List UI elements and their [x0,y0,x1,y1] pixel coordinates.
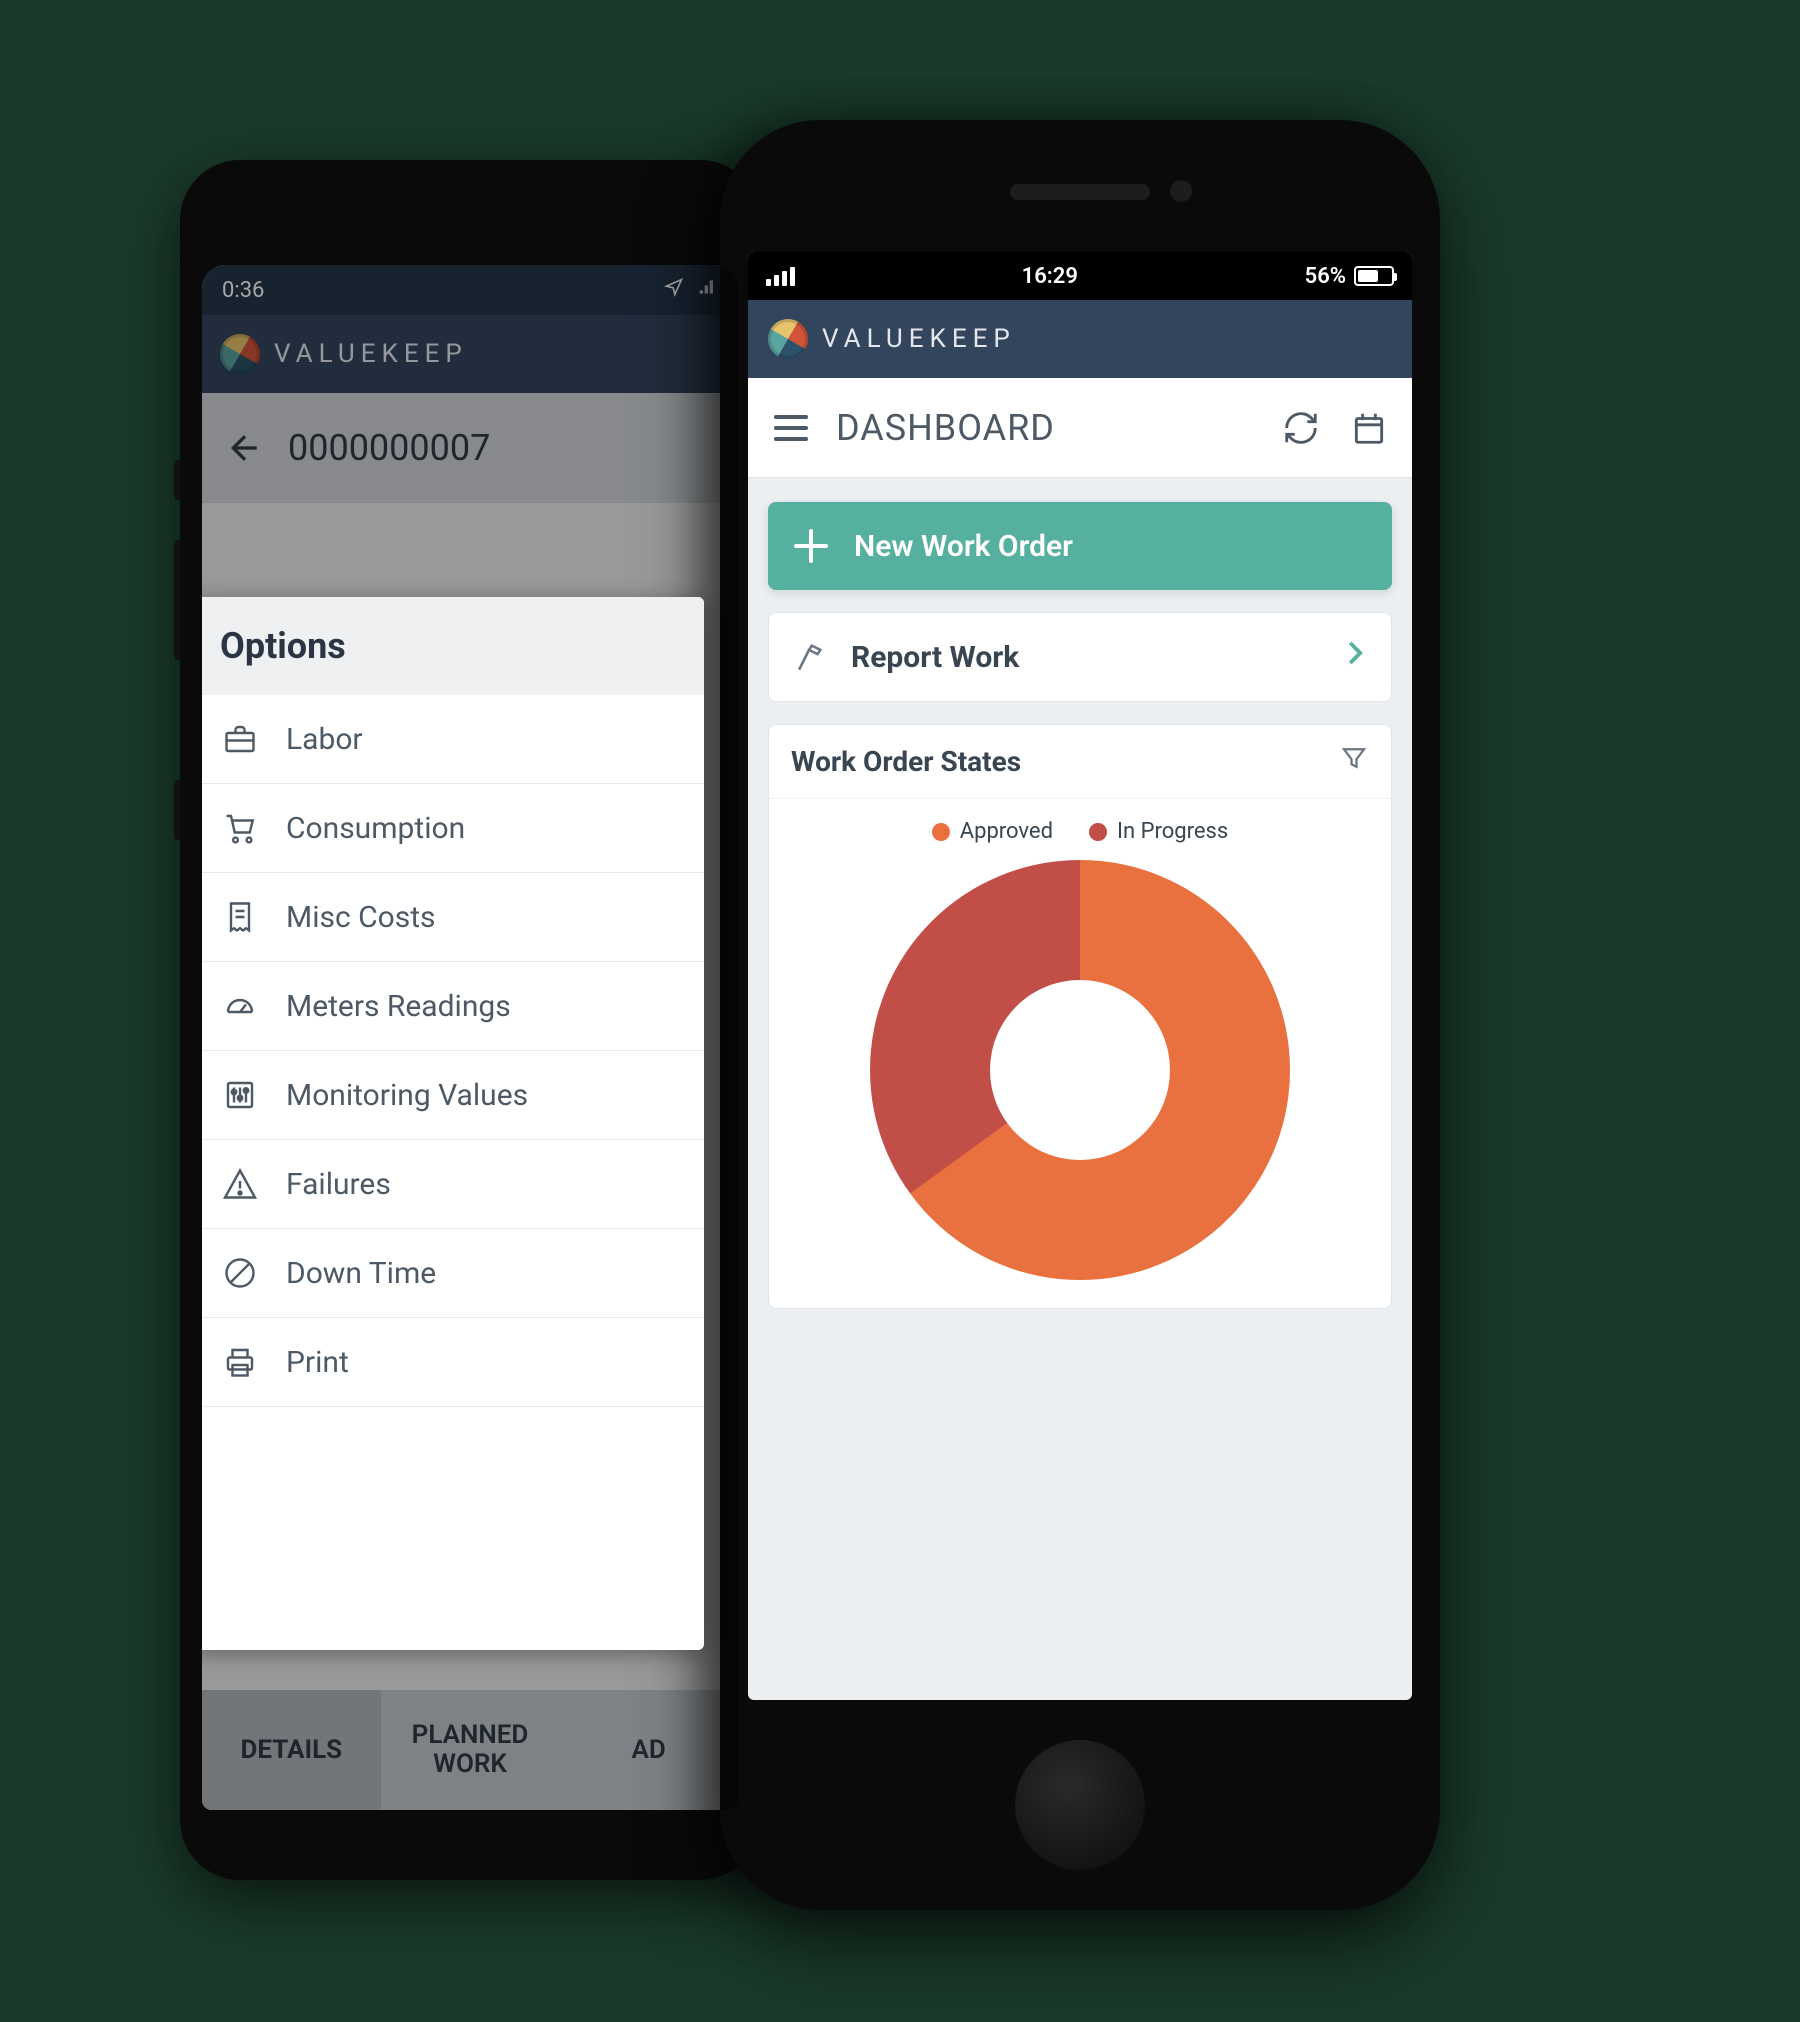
brand-name: VALUEKEEP [274,339,468,369]
options-panel: Options Labor Consumption [202,597,704,1650]
status-time: 16:29 [1022,264,1078,289]
option-label: Labor [286,722,363,757]
side-button [174,780,180,840]
hamburger-menu-icon[interactable] [768,405,814,451]
brand-logo-icon [220,334,260,374]
android-phone-mockup: 0:36 VALUEKEEP 0000000007 [180,160,760,1880]
row-label: Report Work [851,640,1019,675]
side-button [174,460,180,500]
option-failures[interactable]: Failures [202,1140,704,1229]
sliders-icon [220,1075,260,1115]
options-list: Labor Consumption Misc Costs [202,695,704,1407]
battery-text: 56% [1305,264,1346,289]
page-title: 0000000007 [288,427,490,469]
side-button [174,540,180,660]
block-icon [220,1253,260,1293]
page-titlebar: 0000000007 [202,393,738,503]
brand-bar: VALUEKEEP [202,315,738,393]
option-labor[interactable]: Labor [202,695,704,784]
signal-icon [698,277,718,303]
new-work-order-button[interactable]: New Work Order [768,502,1392,590]
phone-speaker [1010,184,1150,200]
legend-label: In Progress [1117,819,1228,844]
status-time: 0:36 [222,278,264,303]
option-label: Monitoring Values [286,1078,528,1113]
donut-hole [990,980,1170,1160]
option-label: Meters Readings [286,989,511,1024]
brand-bar: VALUEKEEP [748,300,1412,378]
status-bar: 0:36 [202,265,738,315]
legend-dot [1089,823,1107,841]
filter-icon[interactable] [1339,743,1369,780]
legend-label: Approved [960,819,1053,844]
card-title: Work Order States [791,745,1021,778]
options-header: Options [202,597,704,695]
tab-planned-work[interactable]: PLANNED WORK [381,1690,560,1810]
chevron-right-icon [1339,631,1369,683]
option-down-time[interactable]: Down Time [202,1229,704,1318]
brand-name: VALUEKEEP [822,324,1016,354]
iphone-mockup: 16:29 56% VALUEKEEP DASHBOARD [720,120,1440,1910]
donut-chart [870,860,1290,1280]
option-print[interactable]: Print [202,1318,704,1407]
calendar-icon[interactable] [1346,405,1392,451]
page-titlebar: DASHBOARD [748,378,1412,478]
chart-legend: Approved In Progress [769,799,1391,850]
status-bar: 16:29 56% [748,252,1412,300]
phone-camera [1170,180,1192,202]
hammer-icon [791,639,827,675]
signal-icon [766,267,795,286]
briefcase-icon [220,719,260,759]
tab-ad[interactable]: AD [559,1690,738,1810]
brand-logo-icon [768,319,808,359]
option-label: Down Time [286,1256,436,1291]
legend-in-progress: In Progress [1089,819,1228,844]
page-title: DASHBOARD [836,407,1256,449]
bottom-tabs: DETAILS PLANNED WORK AD [202,1690,738,1810]
cart-icon [220,808,260,848]
plus-icon [794,529,828,563]
option-label: Failures [286,1167,391,1202]
legend-dot [932,823,950,841]
legend-approved: Approved [932,819,1053,844]
receipt-icon [220,897,260,937]
option-monitoring-values[interactable]: Monitoring Values [202,1051,704,1140]
option-label: Print [286,1345,349,1380]
report-work-row[interactable]: Report Work [768,612,1392,702]
button-label: New Work Order [854,529,1073,564]
refresh-icon[interactable] [1278,405,1324,451]
location-icon [664,277,684,303]
option-meters-readings[interactable]: Meters Readings [202,962,704,1051]
option-consumption[interactable]: Consumption [202,784,704,873]
battery-icon [1354,266,1394,286]
option-label: Consumption [286,811,465,846]
warning-icon [220,1164,260,1204]
gauge-icon [220,986,260,1026]
back-arrow-icon[interactable] [222,425,268,471]
work-order-states-card: Work Order States Approved In Progress [768,724,1392,1309]
option-label: Misc Costs [286,900,436,935]
printer-icon [220,1342,260,1382]
home-button[interactable] [1015,1740,1145,1870]
tab-details[interactable]: DETAILS [202,1690,381,1810]
option-misc-costs[interactable]: Misc Costs [202,873,704,962]
